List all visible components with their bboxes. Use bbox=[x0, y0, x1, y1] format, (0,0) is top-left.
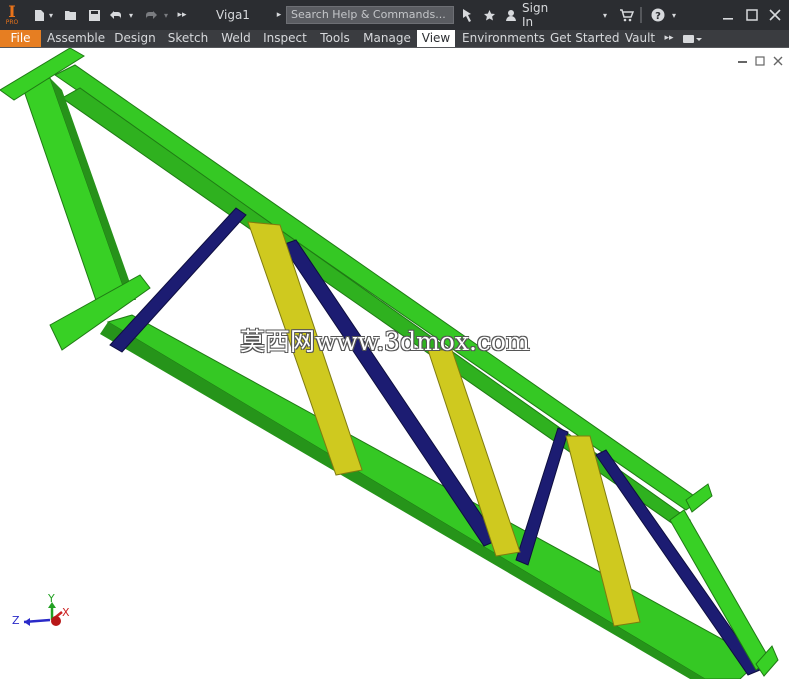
new-dropdown-icon[interactable]: ▾ bbox=[46, 0, 56, 30]
save-icon[interactable] bbox=[85, 0, 103, 30]
help-dropdown-icon[interactable]: ▾ bbox=[669, 0, 679, 30]
tab-inspect[interactable]: Inspect bbox=[262, 30, 308, 47]
tab-assemble[interactable]: Assemble bbox=[47, 30, 105, 47]
viewport-minimize-icon[interactable] bbox=[738, 61, 747, 63]
tab-environments[interactable]: Environments bbox=[462, 30, 545, 47]
axis-triad[interactable]: Z Y X bbox=[10, 592, 80, 638]
ribbon-more-icon[interactable]: ▸▸ bbox=[662, 30, 676, 47]
tab-tools[interactable]: Tools bbox=[316, 30, 354, 47]
tab-weld[interactable]: Weld bbox=[218, 30, 254, 47]
maximize-icon[interactable] bbox=[742, 0, 762, 30]
tab-file[interactable]: File bbox=[0, 30, 41, 47]
watermark-text: 莫西网www.3dmox.com bbox=[240, 327, 530, 356]
upper-chord bbox=[54, 64, 701, 511]
undo-icon[interactable] bbox=[107, 0, 125, 30]
title-bar: I PRO ▾ ▾ ▾ ▸▸ Viga1 ▸ Search Help & Com… bbox=[0, 0, 789, 30]
sign-in-link[interactable]: Sign In bbox=[522, 0, 562, 30]
viewport-window-controls bbox=[736, 52, 786, 66]
tab-design[interactable]: Design bbox=[113, 30, 157, 47]
tab-sketch[interactable]: Sketch bbox=[166, 30, 210, 47]
truss-model[interactable] bbox=[0, 48, 789, 679]
title-arrow-icon[interactable]: ▸ bbox=[274, 0, 284, 30]
triad-origin-icon bbox=[51, 616, 61, 626]
right-top-plate bbox=[685, 483, 713, 513]
tab-get-started[interactable]: Get Started bbox=[550, 30, 620, 47]
tab-manage[interactable]: Manage bbox=[362, 30, 412, 47]
user-icon[interactable] bbox=[503, 0, 519, 30]
open-icon[interactable] bbox=[62, 0, 80, 30]
tab-view[interactable]: View bbox=[417, 30, 455, 47]
more-commands-icon[interactable]: ▸▸ bbox=[175, 0, 189, 30]
help-icon[interactable]: ? bbox=[650, 0, 666, 30]
graphics-viewport[interactable]: 莫西网www.3dmox.com bbox=[0, 48, 789, 679]
app-logo-sub: PRO bbox=[5, 19, 19, 26]
viewport-close-icon[interactable] bbox=[773, 56, 783, 66]
document-title: Viga1 bbox=[216, 8, 250, 22]
app-logo[interactable]: I PRO bbox=[2, 0, 22, 30]
undo-dropdown-icon[interactable]: ▾ bbox=[126, 0, 136, 30]
svg-text:?: ? bbox=[655, 11, 661, 22]
toolbar-divider bbox=[640, 7, 642, 23]
z-axis-label: Z bbox=[12, 614, 20, 627]
search-input[interactable]: Search Help & Commands... bbox=[286, 6, 454, 24]
ribbon-tab-bar: File Assemble Design Sketch Weld Inspect… bbox=[0, 30, 789, 48]
app-logo-glyph: I bbox=[8, 2, 16, 21]
redo-dropdown-icon[interactable]: ▾ bbox=[161, 0, 171, 30]
ribbon-panel-toggle-icon[interactable] bbox=[680, 30, 704, 47]
viewport-restore-icon[interactable] bbox=[755, 56, 765, 66]
x-axis-label: X bbox=[62, 606, 70, 619]
redo-icon[interactable] bbox=[142, 0, 160, 30]
favorites-star-icon[interactable] bbox=[480, 0, 498, 30]
y-axis-label: Y bbox=[48, 592, 55, 605]
cart-icon[interactable] bbox=[617, 0, 635, 30]
sign-in-dropdown-icon[interactable]: ▾ bbox=[600, 0, 610, 30]
tab-vault[interactable]: Vault bbox=[622, 30, 658, 47]
communication-icon[interactable] bbox=[458, 0, 476, 30]
close-icon[interactable] bbox=[765, 0, 785, 30]
minimize-icon[interactable] bbox=[718, 0, 738, 30]
